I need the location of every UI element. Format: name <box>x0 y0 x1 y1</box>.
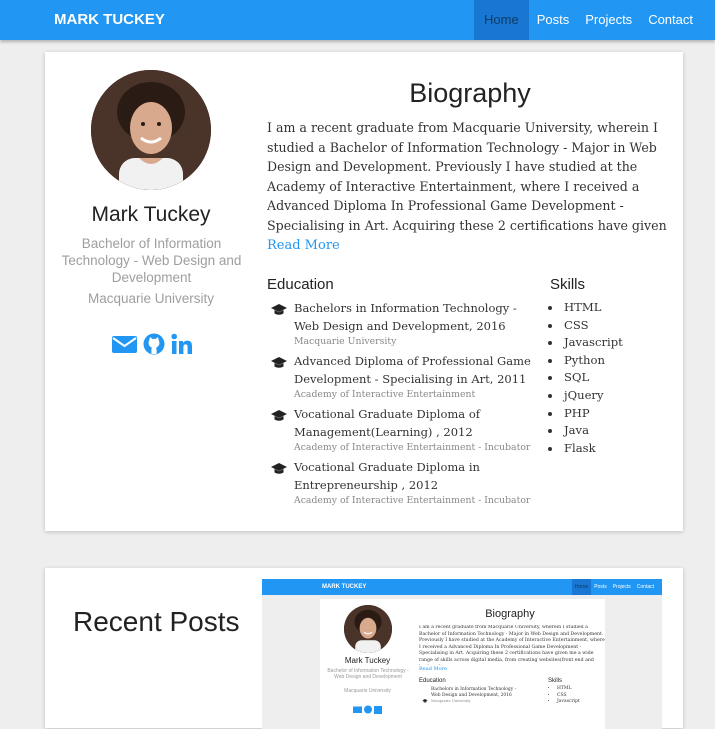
skill-item: CSS <box>562 317 623 335</box>
list-item: Vocational Graduate Diploma of Managemen… <box>271 406 541 454</box>
nav-posts[interactable]: Posts <box>529 0 578 40</box>
biography-text: I am a recent graduate from Macquarie Un… <box>267 120 667 233</box>
nav-links: Home Posts Projects Contact <box>474 0 715 40</box>
nav-projects[interactable]: Projects <box>577 0 640 40</box>
preview-skills-title: Skills <box>548 678 563 684</box>
list-item: Advanced Diploma of Professional Game De… <box>271 353 541 401</box>
graduation-cap-icon <box>271 354 287 368</box>
preview-card: Mark Tuckey Bachelor of Information Tech… <box>320 599 605 729</box>
preview-education-title: Education <box>419 678 446 684</box>
skill-item: PHP <box>562 405 623 423</box>
skill-item: SQL <box>562 369 623 387</box>
navbar: MARK TUCKEY Home Posts Projects Contact <box>0 0 715 40</box>
preview-education-name: Bachelors in Information Technology - We… <box>431 687 517 698</box>
preview-bio-title: Biography <box>485 608 535 620</box>
recent-posts-card: Recent Posts MARK TUCKEY Home Posts Proj… <box>45 568 683 729</box>
skill-item: Python <box>562 352 623 370</box>
education-institution: Macquarie University <box>294 336 397 347</box>
preview-avatar <box>344 605 392 653</box>
preview-university: Macquarie University <box>344 688 391 694</box>
preview-nav-home: Home <box>571 579 592 595</box>
skill-item: jQuery <box>562 387 623 405</box>
profile-university: Macquarie University <box>87 291 215 306</box>
nav-home[interactable]: Home <box>474 0 529 40</box>
profile-card: Mark Tuckey Bachelor of Information Tech… <box>45 52 683 531</box>
preview-brand: MARK TUCKEY <box>322 584 367 590</box>
graduation-cap-icon <box>271 407 287 421</box>
github-icon[interactable] <box>143 332 165 356</box>
biography-title: Biography <box>409 78 531 108</box>
education-name: Vocational Graduate Diploma of Managemen… <box>294 407 480 439</box>
post-preview-image[interactable]: MARK TUCKEY Home Posts Projects Contact … <box>262 579 662 729</box>
social-links <box>112 332 192 356</box>
graduation-cap-icon <box>422 688 428 703</box>
preview-name: Mark Tuckey <box>344 656 391 665</box>
graduation-cap-icon <box>271 460 287 474</box>
list-item: Bachelors in Information Technology - We… <box>271 300 541 348</box>
education-institution: Academy of Interactive Entertainment - I… <box>294 442 531 453</box>
skill-item: HTML <box>562 299 623 317</box>
linkedin-icon[interactable] <box>171 332 193 356</box>
recent-posts-title: Recent Posts <box>73 606 240 637</box>
preview-nav-posts: Posts <box>594 584 607 590</box>
list-item: Bachelors in Information Technology - We… <box>422 687 527 704</box>
education-institution: Academy of Interactive Entertainment <box>294 389 476 400</box>
education-list: Bachelors in Information Technology - We… <box>271 300 541 512</box>
education-name: Advanced Diploma of Professional Game De… <box>294 354 531 386</box>
preview-navbar: MARK TUCKEY Home Posts Projects Contact <box>262 579 662 595</box>
avatar <box>91 70 211 190</box>
preview-degree: Bachelor of Information Technology - Web… <box>327 668 409 680</box>
preview-social-icons <box>353 699 383 714</box>
education-title: Education <box>267 276 334 293</box>
preview-education-institution: Macquarie University <box>431 699 471 703</box>
list-item: Vocational Graduate Diploma in Entrepren… <box>271 459 541 507</box>
preview-read-more: Read More <box>419 666 447 672</box>
email-icon[interactable] <box>112 332 137 356</box>
preview-bio-text: I am a recent graduate from Macquarie Un… <box>419 625 605 665</box>
nav-contact[interactable]: Contact <box>640 0 715 40</box>
preview-skill-item: Javascript <box>557 699 580 706</box>
education-name: Vocational Graduate Diploma in Entrepren… <box>294 460 480 492</box>
preview-nav-contact: Contact <box>636 584 654 590</box>
skill-item: Flask <box>562 440 623 458</box>
education-institution: Academy of Interactive Entertainment - I… <box>294 495 531 506</box>
preview-nav-links: Home Posts Projects Contact <box>571 579 662 595</box>
skills-list: HTML CSS Javascript Python SQL jQuery PH… <box>550 299 623 457</box>
profile-name: Mark Tuckey <box>91 203 211 226</box>
profile-degree: Bachelor of Information Technology - Web… <box>61 236 242 285</box>
read-more-link[interactable]: Read More <box>267 238 340 253</box>
brand-logo[interactable]: MARK TUCKEY <box>54 0 165 40</box>
education-name: Bachelors in Information Technology - We… <box>294 301 517 333</box>
preview-nav-projects: Projects <box>612 584 631 590</box>
preview-skills-list: HTML CSS Javascript <box>552 686 580 706</box>
skill-item: Javascript <box>562 334 623 352</box>
preview-education-list: Bachelors in Information Technology - We… <box>422 687 527 704</box>
skills-title: Skills <box>550 276 586 293</box>
skill-item: Java <box>562 422 623 440</box>
graduation-cap-icon <box>271 301 287 315</box>
